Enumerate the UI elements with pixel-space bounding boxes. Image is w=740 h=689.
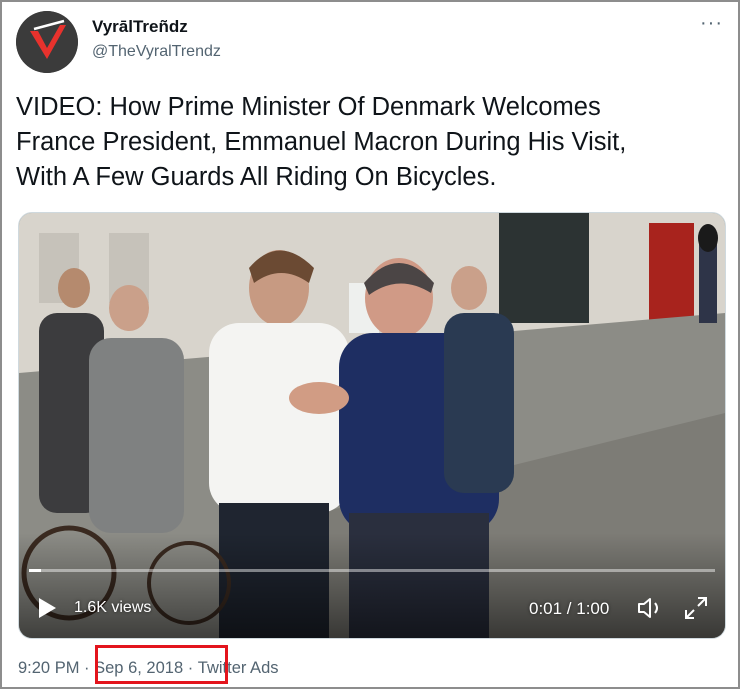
volume-icon[interactable] xyxy=(636,595,666,621)
separator: · xyxy=(79,659,95,677)
tweet-text-line: With A Few Guards All Riding On Bicycles… xyxy=(16,163,497,191)
tweet-time[interactable]: 9:20 PM xyxy=(18,659,79,678)
video-time: 0:01 / 1:00 xyxy=(529,599,610,618)
fullscreen-icon[interactable] xyxy=(683,595,709,621)
video-progress-bar[interactable] xyxy=(29,569,715,572)
date-highlight-box xyxy=(95,645,228,684)
vyral-logo-icon xyxy=(16,11,78,73)
play-icon[interactable] xyxy=(37,597,57,619)
tweet-text-line: France President, Emmanuel Macron During… xyxy=(16,128,627,156)
view-count: 1.6K views xyxy=(74,599,152,616)
more-icon[interactable]: ··· xyxy=(700,12,723,35)
tweet-text: VIDEO: How Prime Minister Of Denmark Wel… xyxy=(16,90,721,195)
avatar[interactable] xyxy=(16,11,78,73)
tweet-card: VyrālTreñdz @TheVyralTrendz ··· VIDEO: H… xyxy=(0,0,740,689)
display-name[interactable]: VyrālTreñdz xyxy=(92,17,188,37)
tweet-text-line: VIDEO: How Prime Minister Of Denmark Wel… xyxy=(16,93,601,121)
video-frame xyxy=(19,213,725,638)
video-player[interactable]: 1.6K views 0:01 / 1:00 xyxy=(18,212,726,639)
video-progress-fill xyxy=(29,569,41,572)
user-handle[interactable]: @TheVyralTrendz xyxy=(92,43,221,61)
